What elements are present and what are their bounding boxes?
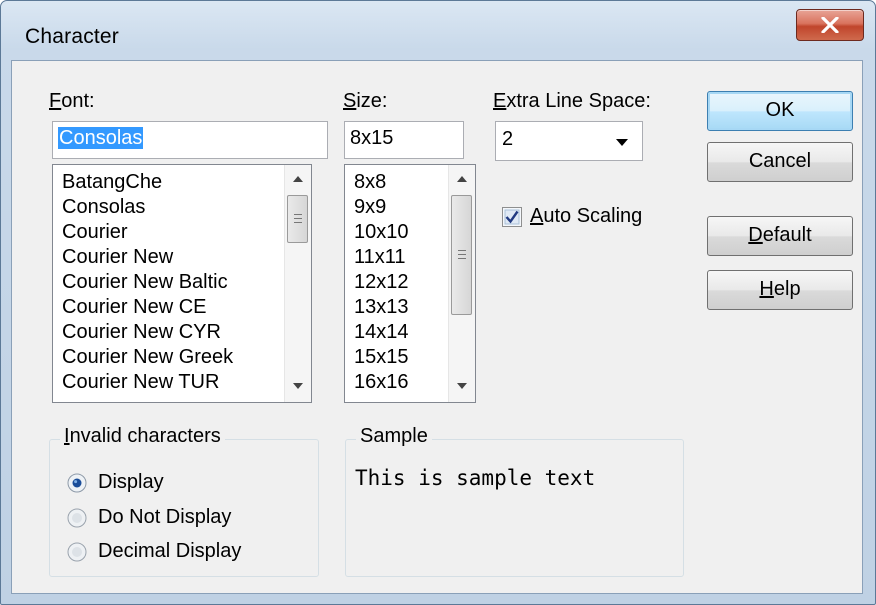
sample-title: Sample <box>356 425 432 448</box>
scroll-thumb[interactable] <box>451 195 472 315</box>
list-item[interactable]: 8x8 <box>354 169 386 195</box>
size-scrollbar[interactable] <box>448 165 475 402</box>
radio-do-not-display[interactable] <box>67 508 87 528</box>
radio-do-not-display-label[interactable]: Do Not Display <box>98 506 231 529</box>
list-item[interactable]: BatangChe <box>62 169 162 195</box>
scroll-down-icon <box>457 383 467 389</box>
line-space-select[interactable]: 2 <box>495 121 643 161</box>
list-item[interactable]: 16x16 <box>354 369 409 395</box>
title-bar[interactable]: Character <box>1 1 875 59</box>
sample-text: This is sample text <box>355 466 596 490</box>
list-item[interactable]: 13x13 <box>354 294 409 320</box>
list-item[interactable]: Courier New Greek <box>62 344 233 370</box>
scroll-up-button[interactable] <box>285 167 311 193</box>
font-listbox[interactable]: BatangChe Consolas Courier Courier New C… <box>52 164 312 403</box>
close-icon <box>821 17 839 33</box>
font-scrollbar[interactable] <box>284 165 311 402</box>
scroll-up-icon <box>293 176 303 182</box>
size-listbox[interactable]: 8x8 9x9 10x10 11x11 12x12 13x13 14x14 15… <box>344 164 476 403</box>
radio-display-label[interactable]: Display <box>98 471 164 494</box>
line-space-label: Extra Line Space: <box>493 90 651 112</box>
scroll-up-button[interactable] <box>449 167 475 193</box>
scroll-down-button[interactable] <box>449 374 475 400</box>
list-item[interactable]: Courier <box>62 219 128 245</box>
font-label: Font: <box>49 90 95 112</box>
list-item[interactable]: Consolas <box>62 194 145 220</box>
font-input[interactable]: Consolas <box>52 121 328 159</box>
auto-scaling-label[interactable]: Auto Scaling <box>530 205 642 228</box>
list-item[interactable]: 11x11 <box>354 244 406 270</box>
size-input-value: 8x15 <box>350 127 394 149</box>
scroll-thumb[interactable] <box>287 195 308 243</box>
scroll-down-icon <box>293 383 303 389</box>
close-button[interactable] <box>796 9 864 41</box>
auto-scaling-checkbox[interactable] <box>502 207 522 227</box>
list-item[interactable]: 10x10 <box>354 219 409 245</box>
list-item[interactable]: Courier New <box>62 244 173 270</box>
list-item[interactable]: 12x12 <box>354 269 409 295</box>
radio-decimal-display-label[interactable]: Decimal Display <box>98 540 241 563</box>
sample-group <box>345 439 684 577</box>
list-item[interactable]: Courier New Baltic <box>62 269 228 295</box>
size-input[interactable]: 8x15 <box>344 121 464 159</box>
scroll-down-button[interactable] <box>285 374 311 400</box>
list-item[interactable]: Courier New CYR <box>62 319 221 345</box>
dialog-body: Font: Consolas BatangChe Consolas Courie… <box>11 60 863 594</box>
font-input-value: Consolas <box>58 127 144 149</box>
list-item[interactable]: 15x15 <box>354 344 409 370</box>
cancel-button[interactable]: Cancel <box>707 142 853 182</box>
chevron-down-icon <box>616 139 628 146</box>
line-space-value: 2 <box>502 128 514 150</box>
list-item[interactable]: 9x9 <box>354 194 386 220</box>
window-title: Character <box>25 25 120 48</box>
help-button[interactable]: Help <box>707 270 853 310</box>
radio-decimal-display[interactable] <box>67 542 87 562</box>
list-item[interactable]: 14x14 <box>354 319 409 345</box>
invalid-characters-title: Invalid characters <box>60 425 225 448</box>
list-item[interactable]: Courier New CE <box>62 294 206 320</box>
ok-button[interactable]: OK <box>707 91 853 131</box>
list-item[interactable]: Courier New TUR <box>62 369 219 395</box>
default-button[interactable]: Default <box>707 216 853 256</box>
character-dialog: Character Font: Consolas BatangChe Conso… <box>0 0 876 605</box>
size-label: Size: <box>343 90 388 112</box>
radio-display[interactable] <box>67 473 87 493</box>
scroll-up-icon <box>457 176 467 182</box>
